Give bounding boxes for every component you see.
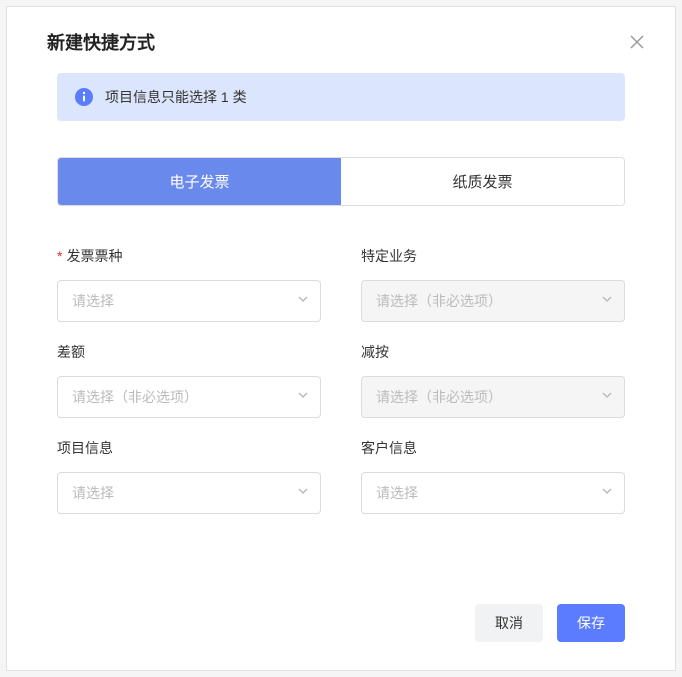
field-deduction: 减按 请选择（非必选项） xyxy=(361,342,625,418)
tab-electronic-invoice[interactable]: 电子发票 xyxy=(58,158,341,205)
label-deduction: 减按 xyxy=(361,342,625,362)
form-grid: * 发票票种 请选择 特定业务 请选择（非必选项） xyxy=(57,246,625,514)
select-deduction[interactable]: 请选择（非必选项） xyxy=(361,376,625,418)
field-project-info: 项目信息 请选择 xyxy=(57,438,321,514)
info-banner: 项目信息只能选择 1 类 xyxy=(57,73,625,121)
modal-header: 新建快捷方式 xyxy=(7,7,675,73)
select-invoice-type[interactable]: 请选择 xyxy=(57,280,321,322)
modal-footer: 取消 保存 xyxy=(475,604,625,642)
label-project-info: 项目信息 xyxy=(57,438,321,458)
modal-dialog: 新建快捷方式 项目信息只能选择 1 类 电子发票 纸质发票 xyxy=(6,6,676,671)
field-invoice-type: * 发票票种 请选择 xyxy=(57,246,321,322)
cancel-button[interactable]: 取消 xyxy=(475,604,543,642)
close-icon[interactable] xyxy=(629,34,645,50)
label-specific-business: 特定业务 xyxy=(361,246,625,266)
label-customer-info: 客户信息 xyxy=(361,438,625,458)
select-specific-business[interactable]: 请选择（非必选项） xyxy=(361,280,625,322)
tabs: 电子发票 纸质发票 xyxy=(57,157,625,206)
select-project-info[interactable]: 请选择 xyxy=(57,472,321,514)
select-balance[interactable]: 请选择（非必选项） xyxy=(57,376,321,418)
select-customer-info[interactable]: 请选择 xyxy=(361,472,625,514)
save-button[interactable]: 保存 xyxy=(557,604,625,642)
field-customer-info: 客户信息 请选择 xyxy=(361,438,625,514)
info-icon xyxy=(75,88,93,106)
tab-paper-invoice[interactable]: 纸质发票 xyxy=(341,158,624,205)
label-invoice-type: * 发票票种 xyxy=(57,246,321,266)
field-specific-business: 特定业务 请选择（非必选项） xyxy=(361,246,625,322)
label-balance: 差额 xyxy=(57,342,321,362)
modal-body: 项目信息只能选择 1 类 电子发票 纸质发票 * 发票票种 请选择 xyxy=(7,73,675,514)
required-marker: * xyxy=(57,248,62,264)
field-balance: 差额 请选择（非必选项） xyxy=(57,342,321,418)
info-text: 项目信息只能选择 1 类 xyxy=(105,87,247,107)
modal-title: 新建快捷方式 xyxy=(47,29,155,55)
